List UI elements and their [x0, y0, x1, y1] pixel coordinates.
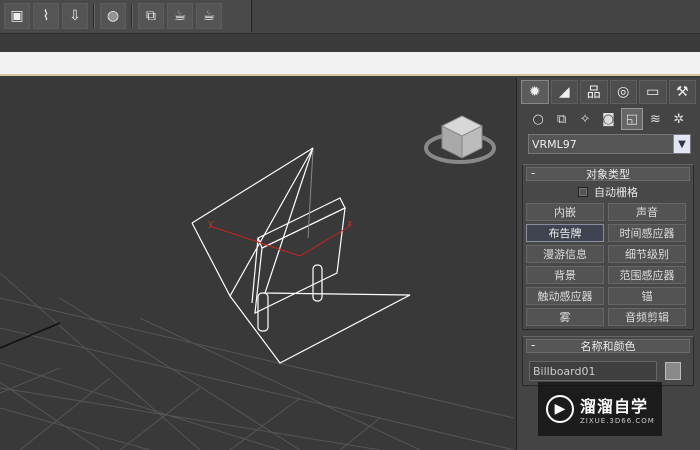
anchor-button[interactable]: 锚 — [608, 287, 686, 305]
collapse-icon: - — [531, 338, 536, 352]
viewport-scene: y x — [0, 115, 514, 450]
motion-tab-icon[interactable]: ◎ — [609, 80, 637, 104]
name-row: Billboard01 — [523, 355, 693, 385]
cameras-icon[interactable]: ◙ — [597, 108, 619, 130]
main-toolbar: ▣ ⌇ ⇩ ◍ ⧉ ☕ ☕ — [0, 0, 700, 34]
dropdown-value: VRML97 — [532, 137, 577, 151]
create-tab-icon[interactable]: ✹ — [521, 80, 549, 104]
material-editor-icon[interactable]: ◍ — [100, 3, 126, 29]
perspective-viewport[interactable]: y x — [0, 78, 514, 450]
object-color-swatch[interactable] — [665, 362, 681, 380]
helper-type-dropdown[interactable]: VRML97 ▼ — [528, 134, 691, 154]
autogrid-checkbox[interactable] — [578, 187, 588, 197]
helpers-icon[interactable]: ◱ — [620, 108, 644, 130]
billboard-button[interactable]: 布告牌 — [526, 224, 604, 242]
rollout-title: 对象类型 — [586, 168, 630, 181]
render-setup-icon[interactable]: ⧉ — [138, 3, 164, 29]
toolbar-separator — [131, 4, 133, 28]
display-tab-icon[interactable]: ▭ — [639, 80, 667, 104]
geometry-icon[interactable]: ○ — [527, 108, 549, 130]
watermark-text: 溜溜自学 ZIXUE.3D66.COM — [580, 393, 655, 425]
name-color-rollout: - 名称和颜色 Billboard01 — [522, 336, 694, 386]
watermark-subtitle: ZIXUE.3D66.COM — [580, 417, 655, 425]
object-type-rollout: - 对象类型 自动栅格 内嵌 声音 布告牌 时间感应器 漫游信息 细节级别 背景… — [522, 164, 694, 330]
sound-button[interactable]: 声音 — [608, 203, 686, 221]
systems-icon[interactable]: ✲ — [668, 108, 690, 130]
ribbon-strip — [0, 52, 700, 76]
name-color-header[interactable]: - 名称和颜色 — [526, 338, 690, 353]
scene-explorer-icon[interactable]: ▣ — [4, 3, 30, 29]
object-name-input[interactable]: Billboard01 — [529, 361, 657, 381]
panel-tabs: ✹ ◢ 品 ◎ ▭ ⚒ — [517, 78, 700, 106]
viewcube[interactable] — [424, 115, 496, 164]
axis-x-label: x — [347, 219, 353, 229]
axis-tripod — [209, 225, 351, 257]
render-icon[interactable]: ☕ — [196, 3, 222, 29]
schematic-view-icon[interactable]: ⇩ — [62, 3, 88, 29]
rollout-title: 名称和颜色 — [580, 340, 636, 353]
lod-button[interactable]: 细节级别 — [608, 245, 686, 263]
utilities-tab-icon[interactable]: ⚒ — [668, 80, 696, 104]
background-button[interactable]: 背景 — [526, 266, 604, 284]
space-warps-icon[interactable]: ≋ — [644, 108, 666, 130]
modify-tab-icon[interactable]: ◢ — [550, 80, 578, 104]
toolbar-separator — [93, 4, 95, 28]
shapes-icon[interactable]: ⧉ — [550, 108, 572, 130]
watermark-title: 溜溜自学 — [580, 397, 649, 416]
autogrid-label: 自动栅格 — [594, 186, 638, 199]
collapse-icon: - — [531, 166, 536, 180]
hierarchy-tab-icon[interactable]: 品 — [580, 80, 608, 104]
fog-button[interactable]: 雾 — [526, 308, 604, 326]
touch-sensor-button[interactable]: 触动感应器 — [526, 287, 604, 305]
object-type-buttons: 内嵌 声音 布告牌 时间感应器 漫游信息 细节级别 背景 范围感应器 触动感应器… — [523, 201, 693, 329]
inline-button[interactable]: 内嵌 — [526, 203, 604, 221]
object-type-header[interactable]: - 对象类型 — [526, 166, 690, 181]
time-sensor-button[interactable]: 时间感应器 — [608, 224, 686, 242]
rendered-frame-icon[interactable]: ☕ — [167, 3, 193, 29]
audio-clip-button[interactable]: 音频剪辑 — [608, 308, 686, 326]
lights-icon[interactable]: ✧ — [574, 108, 596, 130]
navinfo-button[interactable]: 漫游信息 — [526, 245, 604, 263]
watermark: ▶ 溜溜自学 ZIXUE.3D66.COM — [538, 382, 662, 436]
chevron-down-icon[interactable]: ▼ — [673, 135, 690, 153]
curve-editor-icon[interactable]: ⌇ — [33, 3, 59, 29]
play-logo-icon: ▶ — [546, 395, 574, 423]
autogrid-row[interactable]: 自动栅格 — [523, 183, 693, 201]
category-row: ○ ⧉ ✧ ◙ ◱ ≋ ✲ — [517, 106, 700, 132]
toolbar-group: ▣ ⌇ ⇩ ◍ ⧉ ☕ ☕ — [0, 0, 252, 32]
axis-y-label: y — [208, 219, 214, 229]
proxsensor-button[interactable]: 范围感应器 — [608, 266, 686, 284]
